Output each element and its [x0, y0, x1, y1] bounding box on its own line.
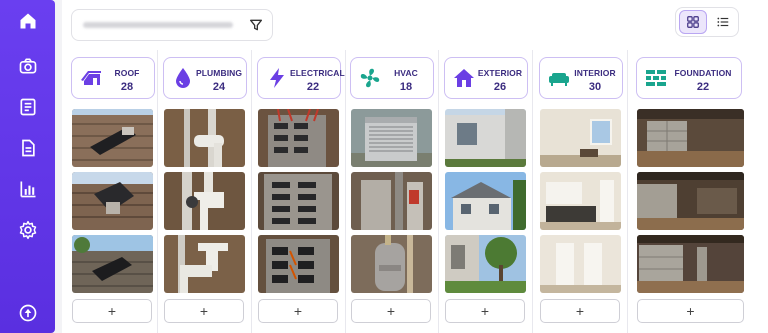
- plumbing-photo[interactable]: [164, 109, 245, 167]
- water-drop-icon: [176, 68, 190, 88]
- list-view-icon: [717, 17, 729, 27]
- brick-icon: [646, 70, 666, 86]
- category-label: PLUMBING: [196, 68, 243, 78]
- add-photo-button[interactable]: +: [164, 299, 244, 323]
- add-photo-button[interactable]: +: [258, 299, 338, 323]
- roof-photo[interactable]: [72, 235, 153, 293]
- foundation-photo[interactable]: [637, 109, 744, 167]
- category-card-roof[interactable]: ROOF 28: [71, 57, 155, 99]
- lightning-icon: [270, 68, 284, 88]
- house-icon: [454, 69, 474, 87]
- grid-view-icon: [687, 16, 699, 28]
- category-count: 28: [120, 81, 134, 93]
- foundation-photo[interactable]: [637, 172, 744, 230]
- help-icon[interactable]: [17, 302, 39, 324]
- category-label: EXTERIOR: [477, 68, 523, 78]
- category-card-exterior[interactable]: EXTERIOR 26: [444, 57, 528, 99]
- electrical-photo[interactable]: [258, 235, 339, 293]
- exterior-photo[interactable]: [445, 109, 526, 167]
- main-content: ROOF 28 + PLUMBING 24 + ELECTRICAL 22 + …: [62, 0, 768, 333]
- add-photo-button[interactable]: +: [637, 299, 744, 323]
- gear-icon[interactable]: [17, 219, 39, 241]
- category-count: 22: [696, 81, 710, 93]
- exterior-photo[interactable]: [445, 235, 526, 293]
- filter-icon[interactable]: [248, 17, 264, 33]
- category-column-plumbing: PLUMBING 24 +: [163, 50, 257, 333]
- report-icon[interactable]: [17, 96, 39, 118]
- category-column-electrical: ELECTRICAL 22 +: [257, 50, 351, 333]
- add-photo-button[interactable]: +: [72, 299, 152, 323]
- add-photo-button[interactable]: +: [445, 299, 525, 323]
- view-toggle: [675, 7, 739, 37]
- roof-photo[interactable]: [72, 109, 153, 167]
- interior-photo[interactable]: [540, 235, 621, 293]
- category-count: 22: [306, 81, 320, 93]
- plumbing-photo[interactable]: [164, 235, 245, 293]
- category-card-interior[interactable]: INTERIOR 30: [539, 57, 623, 99]
- category-label: ROOF: [114, 68, 140, 78]
- category-card-electrical[interactable]: ELECTRICAL 22: [257, 57, 345, 99]
- plumbing-photo[interactable]: [164, 172, 245, 230]
- roof-photo[interactable]: [72, 172, 153, 230]
- category-label: HVAC: [394, 68, 418, 78]
- interior-photo[interactable]: [540, 109, 621, 167]
- category-column-roof: ROOF 28 +: [71, 50, 165, 333]
- grid-view-button[interactable]: [679, 10, 707, 34]
- exterior-photo[interactable]: [445, 172, 526, 230]
- search-placeholder-text: [83, 22, 233, 28]
- sidebar: [0, 0, 55, 333]
- category-label: INTERIOR: [574, 68, 616, 78]
- category-count: 26: [493, 81, 507, 93]
- foundation-photo[interactable]: [637, 235, 744, 293]
- roof-icon: [81, 71, 101, 85]
- category-column-interior: INTERIOR 30 +: [539, 50, 633, 333]
- fan-icon: [360, 68, 380, 88]
- sofa-icon: [549, 73, 569, 86]
- category-card-plumbing[interactable]: PLUMBING 24: [163, 57, 247, 99]
- category-column-exterior: EXTERIOR 26 +: [444, 50, 538, 333]
- category-card-hvac[interactable]: HVAC 18: [350, 57, 434, 99]
- hvac-photo[interactable]: [351, 235, 432, 293]
- category-count: 30: [588, 81, 602, 93]
- category-count: 18: [399, 81, 413, 93]
- bar-chart-icon[interactable]: [17, 178, 39, 200]
- hvac-photo[interactable]: [351, 172, 432, 230]
- add-photo-button[interactable]: +: [351, 299, 431, 323]
- electrical-photo[interactable]: [258, 109, 339, 167]
- category-label: FOUNDATION: [674, 68, 732, 78]
- search-input[interactable]: [71, 9, 273, 41]
- category-label: ELECTRICAL: [290, 68, 345, 78]
- camera-icon[interactable]: [17, 55, 39, 77]
- category-column-hvac: HVAC 18 +: [350, 50, 444, 333]
- category-column-foundation: FOUNDATION 22 +: [636, 50, 744, 333]
- category-count: 24: [212, 81, 226, 93]
- electrical-photo[interactable]: [258, 172, 339, 230]
- category-card-foundation[interactable]: FOUNDATION 22: [636, 57, 742, 99]
- add-photo-button[interactable]: +: [540, 299, 620, 323]
- document-icon[interactable]: [17, 137, 39, 159]
- list-view-button[interactable]: [709, 10, 737, 34]
- hvac-photo[interactable]: [351, 109, 432, 167]
- home-icon[interactable]: [17, 10, 39, 32]
- interior-photo[interactable]: [540, 172, 621, 230]
